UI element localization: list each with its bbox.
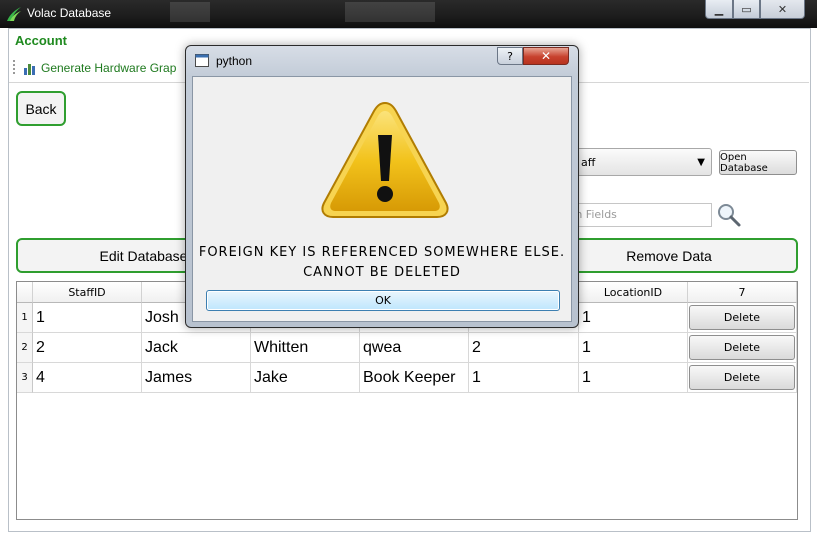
window-titlebar: Volac Database ▁ ▭ ✕	[0, 0, 817, 28]
background-reflection	[345, 2, 435, 22]
generate-graph-label: Generate Hardware Grap	[41, 61, 177, 75]
error-dialog: python ? ✕ FOREIGN KEY IS REFERENCED SOM…	[185, 45, 579, 328]
error-message-line-2: CANNOT BE DELETED	[303, 265, 461, 280]
column-header[interactable]: 7	[688, 282, 797, 303]
table-cell[interactable]: Whitten	[251, 333, 360, 363]
close-icon: ✕	[777, 2, 788, 16]
close-icon: ✕	[540, 49, 552, 63]
maximize-icon: ▭	[741, 2, 752, 16]
bar-chart-icon	[24, 63, 35, 75]
generate-graph-action[interactable]: Generate Hardware Grap	[23, 58, 176, 78]
table-cell[interactable]: 1	[469, 363, 579, 393]
table-cell[interactable]: Book Keeper	[360, 363, 469, 393]
delete-row-button[interactable]: Delete	[689, 335, 795, 360]
minimize-icon: ▁	[714, 2, 724, 16]
table-select[interactable]: aff ▼	[560, 148, 712, 176]
table-cell[interactable]: 1	[579, 333, 688, 363]
ok-button[interactable]: OK	[206, 290, 560, 311]
dialog-body: FOREIGN KEY IS REFERENCED SOMEWHERE ELSE…	[192, 76, 572, 322]
window-title: Volac Database	[27, 6, 112, 20]
dialog-close-button[interactable]: ✕	[523, 47, 569, 65]
window-app-icon	[195, 54, 209, 67]
search-input[interactable]: rch Fields	[560, 203, 712, 227]
back-button[interactable]: Back	[16, 91, 66, 126]
maximize-button[interactable]: ▭	[733, 0, 760, 19]
table-cell[interactable]: 1	[579, 303, 688, 333]
table-cell[interactable]: 1	[579, 363, 688, 393]
table-select-value: aff	[581, 155, 596, 169]
close-window-button[interactable]: ✕	[760, 0, 805, 19]
table-cell[interactable]: 2	[33, 333, 142, 363]
row-header[interactable]: 2	[17, 333, 33, 363]
table-cell[interactable]: James	[142, 363, 251, 393]
open-database-button[interactable]: Open Database	[719, 150, 797, 175]
delete-row-button[interactable]: Delete	[689, 305, 795, 330]
help-icon: ?	[507, 49, 513, 63]
help-button[interactable]: ?	[497, 47, 523, 65]
search-icon[interactable]	[716, 202, 742, 228]
row-header[interactable]: 3	[17, 363, 33, 393]
volac-logo-icon	[7, 7, 21, 21]
table-cell[interactable]: Jack	[142, 333, 251, 363]
background-reflection	[170, 2, 210, 22]
table-cell[interactable]: Jake	[251, 363, 360, 393]
delete-row-button[interactable]: Delete	[689, 365, 795, 390]
column-header[interactable]: StaffID	[33, 282, 142, 303]
warning-icon	[321, 101, 449, 218]
row-header[interactable]: 1	[17, 303, 33, 333]
table-cell[interactable]: 1	[33, 303, 142, 333]
corner-header[interactable]	[17, 282, 33, 303]
toolbar-grip[interactable]	[13, 60, 15, 76]
window-controls: ▁ ▭ ✕	[705, 0, 805, 19]
column-header[interactable]: LocationID	[579, 282, 688, 303]
error-message-line-1: FOREIGN KEY IS REFERENCED SOMEWHERE ELSE…	[198, 245, 566, 260]
menu-account[interactable]: Account	[15, 33, 67, 48]
dialog-title: python	[216, 54, 253, 68]
minimize-button[interactable]: ▁	[705, 0, 733, 19]
table-cell[interactable]: 4	[33, 363, 142, 393]
table-cell[interactable]: qwea	[360, 333, 469, 363]
chevron-down-icon: ▼	[697, 157, 705, 168]
table-cell[interactable]: 2	[469, 333, 579, 363]
